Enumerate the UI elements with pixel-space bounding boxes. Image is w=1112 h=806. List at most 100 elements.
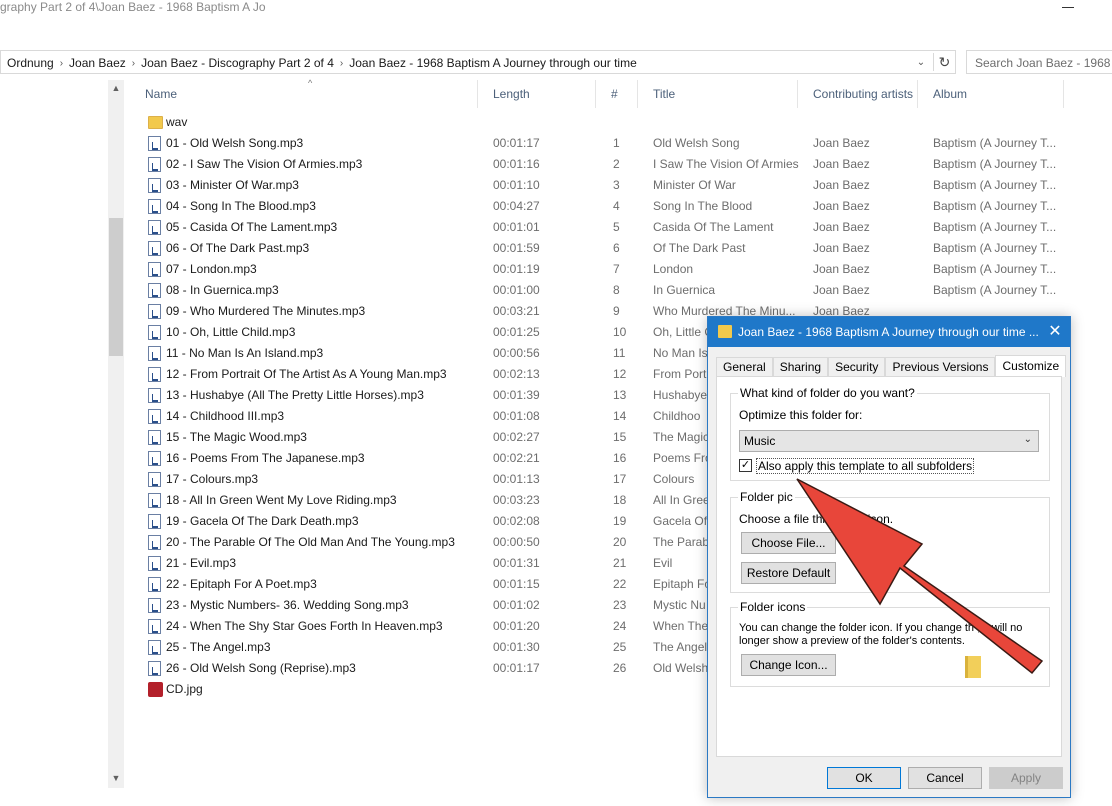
track-number: 18	[613, 493, 627, 507]
audio-file-icon	[148, 304, 161, 319]
audio-file-icon	[148, 178, 161, 193]
file-length: 00:01:31	[493, 556, 540, 570]
tab-sharing[interactable]: Sharing	[772, 357, 829, 377]
file-name: 01 - Old Welsh Song.mp3	[166, 136, 304, 150]
apply-button[interactable]: Apply	[989, 767, 1063, 789]
optimize-label: Optimize this folder for:	[739, 408, 863, 422]
vertical-scrollbar[interactable]: ▲ ▼	[108, 80, 124, 788]
file-length: 00:04:27	[493, 199, 540, 213]
address-bar[interactable]: Ordnung › Joan Baez › Joan Baez - Discog…	[0, 50, 956, 74]
file-length: 00:00:50	[493, 535, 540, 549]
optimize-select[interactable]: Music ⌄	[739, 430, 1039, 452]
column-header-contributing-artists[interactable]: Contributing artists	[798, 80, 918, 108]
file-length: 00:01:17	[493, 136, 540, 150]
track-number: 9	[613, 304, 620, 318]
folder-pictures-description: Choose a file this folder icon.	[739, 512, 894, 526]
file-row[interactable]: 02 - I Saw The Vision Of Armies.mp3 00:01…	[140, 154, 1080, 175]
file-length: 00:00:56	[493, 346, 540, 360]
close-icon[interactable]: ✕	[1044, 321, 1066, 343]
file-length: 00:01:59	[493, 241, 540, 255]
cancel-button[interactable]: Cancel	[908, 767, 982, 789]
breadcrumb-item-current-folder[interactable]: Joan Baez - 1968 Baptism A Journey throu…	[343, 56, 643, 70]
customize-panel: What kind of folder do you want? Optimiz…	[716, 376, 1062, 757]
audio-file-icon	[148, 220, 161, 235]
tab-security[interactable]: Security	[828, 357, 886, 377]
file-row[interactable]: wav	[140, 112, 1080, 133]
file-row[interactable]: 07 - London.mp3 00:01:19 7 London Joan Baez B…	[140, 259, 1080, 280]
apply-subfolders-checkbox[interactable]: ✓	[739, 459, 752, 472]
file-length: 00:03:21	[493, 304, 540, 318]
folder-preview-icon	[965, 656, 981, 678]
column-header-name[interactable]: Name	[130, 80, 478, 108]
track-artist: Joan Baez	[813, 157, 870, 171]
tab-general[interactable]: General	[716, 357, 773, 377]
apply-subfolders-label[interactable]: Also apply this template to all subfolde…	[756, 458, 975, 474]
column-header-title[interactable]: Title	[638, 80, 798, 108]
ok-button[interactable]: OK	[827, 767, 901, 789]
track-number: 2	[613, 157, 620, 171]
track-title: London	[653, 262, 694, 276]
dialog-title-bar[interactable]: Joan Baez - 1968 Baptism A Journey throu…	[708, 317, 1070, 347]
column-header-length[interactable]: Length	[478, 80, 596, 108]
file-row[interactable]: 08 - In Guernica.mp3 00:01:00 8 In Guernica…	[140, 280, 1080, 301]
file-name: 15 - The Magic Wood.mp3	[166, 430, 307, 444]
tab-customize[interactable]: Customize	[995, 355, 1067, 377]
file-name: 09 - Who Murdered The Minutes.mp3	[166, 304, 366, 318]
track-number: 20	[613, 535, 627, 549]
tab-previous-versions[interactable]: Previous Versions	[885, 357, 996, 377]
restore-default-button[interactable]: Restore Default	[741, 562, 836, 584]
change-icon-button[interactable]: Change Icon...	[741, 654, 836, 676]
track-title: Epitaph Fo	[653, 577, 712, 591]
file-length: 00:01:16	[493, 157, 540, 171]
column-header-number[interactable]: #	[596, 80, 638, 108]
file-row[interactable]: 03 - Minister Of War.mp3 00:01:10 3 Ministe…	[140, 175, 1080, 196]
minimize-button[interactable]	[1058, 0, 1078, 16]
file-row[interactable]: 05 - Casida Of The Lament.mp3 00:01:01 5 Ca…	[140, 217, 1080, 238]
scroll-up-icon[interactable]: ▲	[108, 80, 124, 96]
track-title: Casida Of The Lament	[653, 220, 774, 234]
breadcrumb-item-joan-baez[interactable]: Joan Baez	[63, 56, 132, 70]
track-number: 10	[613, 325, 627, 339]
scroll-thumb[interactable]	[109, 218, 123, 356]
file-length: 00:01:08	[493, 409, 540, 423]
track-title: Childhoo	[653, 409, 701, 423]
breadcrumb-item-ordnung[interactable]: Ordnung	[1, 56, 60, 70]
file-row[interactable]: 06 - Of The Dark Past.mp3 00:01:59 6 Of The…	[140, 238, 1080, 259]
search-input[interactable]: Search Joan Baez - 1968 Ba	[966, 50, 1112, 74]
choose-file-button[interactable]: Choose File...	[741, 532, 836, 554]
audio-file-icon	[148, 199, 161, 214]
track-title: No Man Is	[653, 346, 708, 360]
file-length: 00:02:08	[493, 514, 540, 528]
track-artist: Joan Baez	[813, 136, 870, 150]
file-length: 00:01:19	[493, 262, 540, 276]
file-length: 00:01:01	[493, 220, 540, 234]
audio-file-icon	[148, 262, 161, 277]
breadcrumb-item-discography[interactable]: Joan Baez - Discography Part 2 of 4	[135, 56, 340, 70]
audio-file-icon	[148, 640, 161, 655]
chevron-down-icon[interactable]: ⌄	[913, 55, 929, 71]
track-title: I Saw The Vision Of Armies	[653, 157, 799, 171]
window-title: graphy Part 2 of 4\Joan Baez - 1968 Bapt…	[0, 0, 266, 14]
track-title: When The	[653, 619, 709, 633]
track-number: 26	[613, 661, 627, 675]
dialog-tabs: General Sharing Security Previous Versio…	[716, 355, 1067, 377]
audio-file-icon	[148, 451, 161, 466]
track-title: The Angel	[653, 640, 708, 654]
group-legend: Folder pic	[738, 490, 795, 504]
refresh-icon[interactable]: ↻	[933, 53, 955, 71]
track-artist: Joan Baez	[813, 283, 870, 297]
track-number: 22	[613, 577, 627, 591]
audio-file-icon	[148, 535, 161, 550]
audio-file-icon	[148, 409, 161, 424]
file-row[interactable]: 04 - Song In The Blood.mp3 00:04:27 4 Song …	[140, 196, 1080, 217]
audio-file-icon	[148, 619, 161, 634]
file-length: 00:01:15	[493, 577, 540, 591]
column-header-album[interactable]: Album	[918, 80, 1064, 108]
file-name: 08 - In Guernica.mp3	[166, 283, 279, 297]
track-artist: Joan Baez	[813, 262, 870, 276]
track-title: In Guernica	[653, 283, 716, 297]
track-number: 7	[613, 262, 620, 276]
scroll-down-icon[interactable]: ▼	[108, 770, 124, 786]
file-row[interactable]: 01 - Old Welsh Song.mp3 00:01:17 1 Old Wels…	[140, 133, 1080, 154]
file-length: 00:01:00	[493, 283, 540, 297]
